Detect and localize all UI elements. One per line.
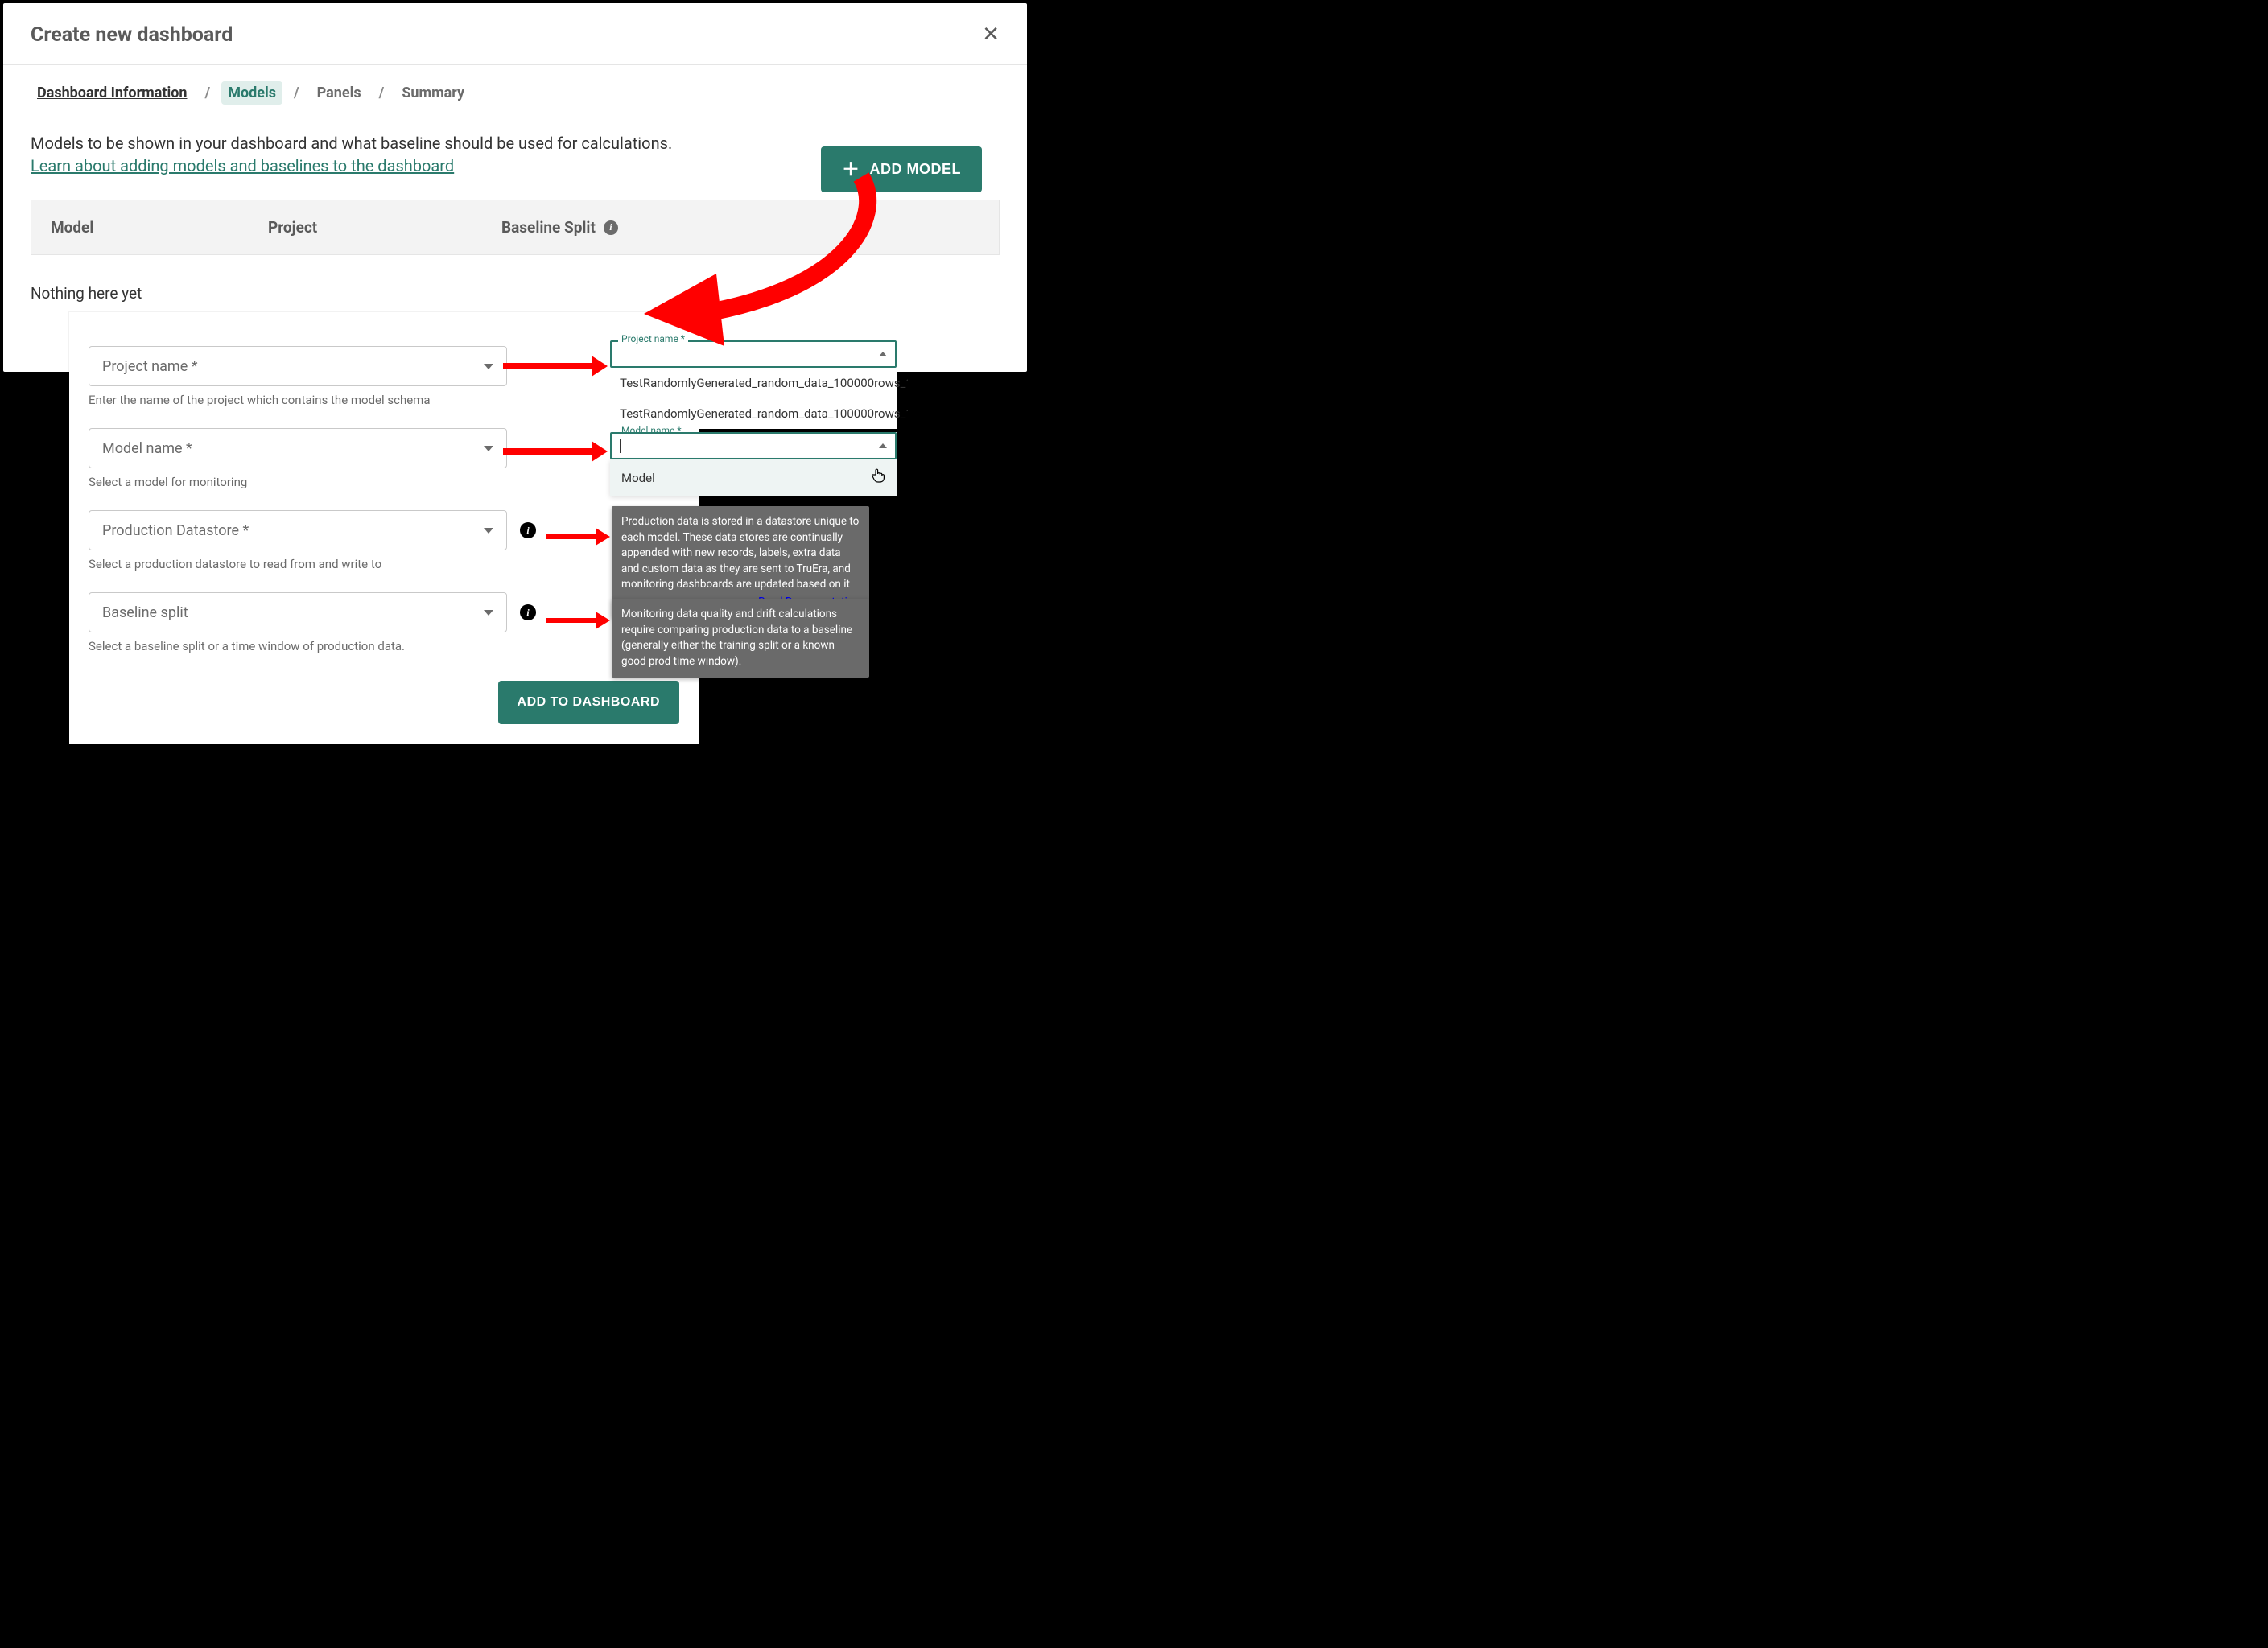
project-option[interactable]: TestRandomlyGenerated_random_data_100000… <box>610 368 908 398</box>
th-baseline: Baseline Split <box>501 218 596 237</box>
divider <box>3 64 1027 65</box>
chevron-down-icon <box>484 528 493 534</box>
breadcrumb-dashboard-information[interactable]: Dashboard Information <box>31 81 194 105</box>
baseline-tooltip: Monitoring data quality and drift calcul… <box>612 599 869 678</box>
project-name-placeholder: Project name * <box>102 358 197 375</box>
production-datastore-select[interactable]: Production Datastore * <box>89 510 507 550</box>
info-icon[interactable]: i <box>520 522 536 538</box>
models-table-header: Model Project Baseline Split i <box>31 200 1000 255</box>
add-model-form: Project name * Enter the name of the pro… <box>69 312 699 744</box>
pointer-cursor-icon <box>871 468 885 488</box>
model-name-select[interactable]: Model name * <box>89 428 507 468</box>
project-name-hint: Enter the name of the project which cont… <box>89 393 679 407</box>
project-dropdown-legend: Project name * <box>618 333 688 344</box>
project-name-dropdown: Project name * TestRandomlyGenerated_ran… <box>610 340 897 429</box>
info-icon[interactable]: i <box>520 604 536 620</box>
modal-title: Create new dashboard <box>31 23 233 47</box>
production-datastore-placeholder: Production Datastore * <box>102 522 249 539</box>
baseline-split-hint: Select a baseline split or a time window… <box>89 639 679 653</box>
wizard-breadcrumbs: Dashboard Information / Models / Panels … <box>31 81 1000 105</box>
learn-link[interactable]: Learn about adding models and baselines … <box>31 156 454 175</box>
model-name-dropdown: Model name * Model <box>610 432 897 496</box>
plus-icon: ＋ <box>842 163 860 177</box>
text-cursor-icon <box>620 439 621 453</box>
info-icon[interactable]: i <box>604 220 618 235</box>
production-datastore-hint: Select a production datastore to read fr… <box>89 557 679 571</box>
chevron-up-icon <box>879 352 887 356</box>
chevron-down-icon <box>484 610 493 616</box>
th-model: Model <box>51 218 268 237</box>
project-dropdown-input[interactable] <box>610 340 897 368</box>
empty-state-text: Nothing here yet <box>31 284 1000 303</box>
add-model-button[interactable]: ＋ ADD MODEL <box>821 146 982 192</box>
breadcrumb-models[interactable]: Models <box>221 81 282 105</box>
model-dropdown-input[interactable] <box>610 432 897 459</box>
breadcrumb-summary[interactable]: Summary <box>395 81 471 105</box>
model-name-hint: Select a model for monitoring <box>89 475 679 489</box>
add-model-label: ADD MODEL <box>870 161 962 178</box>
add-to-dashboard-button[interactable]: ADD TO DASHBOARD <box>498 681 679 724</box>
model-option[interactable]: Model <box>610 459 897 496</box>
th-project: Project <box>268 218 501 237</box>
project-name-select[interactable]: Project name * <box>89 346 507 386</box>
baseline-split-select[interactable]: Baseline split <box>89 592 507 632</box>
close-icon[interactable]: ✕ <box>982 23 1000 47</box>
breadcrumb-panels[interactable]: Panels <box>311 81 368 105</box>
model-name-placeholder: Model name * <box>102 440 192 457</box>
chevron-up-icon <box>879 443 887 448</box>
chevron-down-icon <box>484 446 493 451</box>
chevron-down-icon <box>484 364 493 369</box>
baseline-split-placeholder: Baseline split <box>102 604 188 621</box>
